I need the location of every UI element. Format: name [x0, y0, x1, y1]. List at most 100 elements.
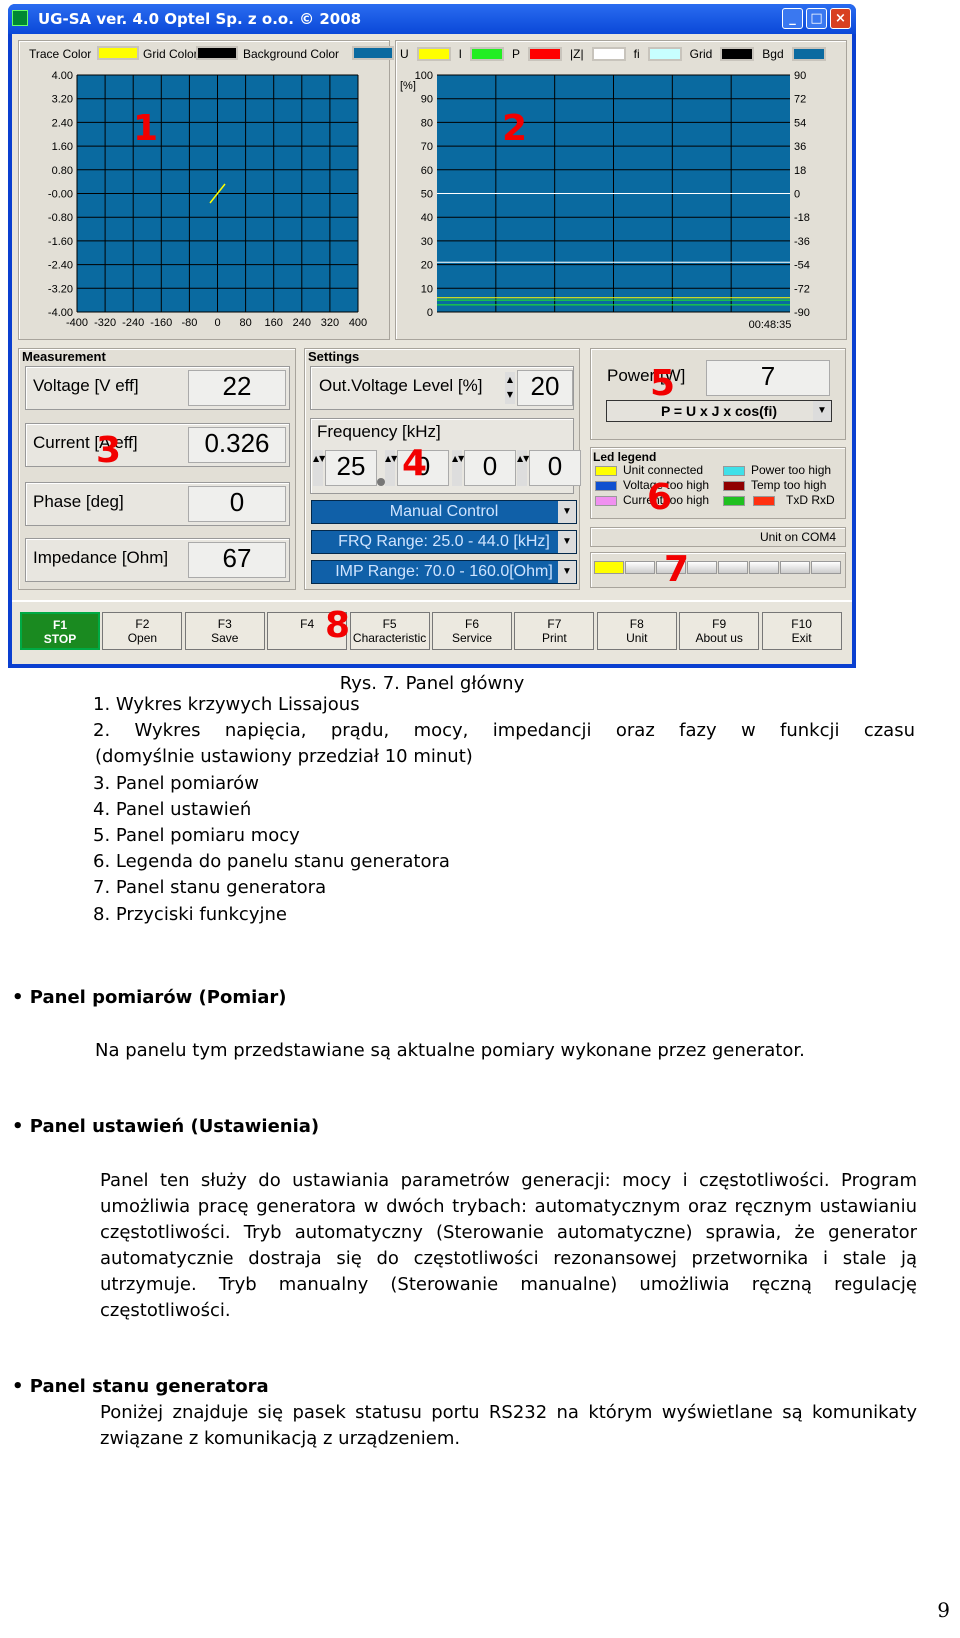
x-tick-label: -240 — [122, 317, 144, 329]
frequency-spinner[interactable]: ▲▼ — [517, 450, 529, 486]
frequency-digit[interactable]: 25 — [325, 450, 377, 486]
trace-color-swatch[interactable] — [97, 46, 139, 60]
annotation-number: 5 — [650, 363, 676, 404]
measurement-label: Voltage [V eff] — [33, 376, 139, 395]
fkey-label: Open — [127, 631, 158, 645]
legend-label: I — [458, 47, 463, 61]
status-led — [718, 561, 748, 574]
frequency-spinner[interactable]: ▲▼ — [313, 450, 325, 486]
annotation-number: 7 — [664, 549, 690, 590]
led-swatch — [753, 496, 775, 506]
settings-title: Settings — [308, 349, 360, 364]
annotation-number: 4 — [402, 443, 428, 484]
list-item: 4. Panel ustawień — [93, 798, 252, 820]
status-led — [687, 561, 717, 574]
frequency-spinner[interactable]: ▲▼ — [452, 450, 464, 486]
close-button[interactable]: × — [830, 8, 851, 29]
measurement-label: Impedance [Ohm] — [33, 548, 169, 567]
mode-value: Manual Control — [389, 503, 499, 520]
frequency-digit[interactable]: 0 — [529, 450, 581, 486]
led-legend-label: TxD RxD — [786, 493, 835, 507]
right-tick-label: 90 — [794, 70, 806, 82]
mode-dropdown[interactable]: Manual Control ▼ — [311, 500, 577, 524]
measurement-label: Phase [deg] — [33, 492, 124, 511]
x-tick-label: 160 — [265, 317, 283, 329]
y-tick-label: -0.80 — [48, 212, 73, 224]
annotation-number: 6 — [647, 477, 673, 518]
power-value: 7 — [706, 360, 830, 396]
legend-swatch[interactable] — [591, 47, 626, 61]
fkey-f10-button[interactable]: F10 Exit — [761, 612, 842, 650]
fkey-f1-button[interactable]: F1 STOP — [20, 612, 100, 650]
heading-text: Panel ustawień (Ustawienia) — [29, 1116, 320, 1137]
paragraph: Poniżej znajduje się pasek statusu portu… — [100, 1402, 917, 1449]
legend-swatch[interactable] — [470, 47, 505, 61]
frequency-digit[interactable]: 0 — [464, 450, 516, 486]
fkey-label: Service — [451, 631, 492, 645]
out-voltage-value[interactable]: 20 — [517, 370, 573, 406]
out-voltage-spinner[interactable]: ▲ ▼ — [505, 372, 515, 404]
left-tick-label: 90 — [421, 94, 433, 106]
right-tick-label: 18 — [794, 165, 806, 177]
legend-swatch[interactable] — [791, 47, 826, 61]
legend-swatch[interactable] — [720, 47, 755, 61]
led-swatch — [723, 496, 745, 506]
x-tick-label: 240 — [293, 317, 311, 329]
fkey-code: F10 — [791, 617, 812, 631]
annotation-number: 8 — [325, 605, 351, 646]
legend-swatch[interactable] — [647, 47, 682, 61]
section-heading: • Panel stanu generatora — [12, 1376, 269, 1397]
led-swatch — [595, 481, 617, 491]
legend-label: fi — [633, 47, 640, 61]
window-title: UG-SA ver. 4.0 Optel Sp. z o.o. © 2008 — [8, 4, 856, 34]
minimize-button[interactable]: _ — [782, 8, 803, 29]
section-heading: • Panel pomiarów (Pomiar) — [12, 987, 287, 1008]
led-legend-label: Power too high — [751, 463, 832, 477]
legend-swatch[interactable] — [416, 47, 451, 61]
port-status-text: Unit on COM4 — [759, 530, 836, 544]
frequency-spinner[interactable]: ▲▼ — [385, 450, 397, 486]
fkey-f7-button[interactable]: F7 Print — [514, 612, 595, 650]
y-tick-label: -0.00 — [48, 189, 73, 201]
right-tick-label: -90 — [794, 307, 810, 319]
legend-label: Bgd — [762, 47, 784, 61]
fkey-code: F6 — [464, 617, 479, 631]
y-tick-label: -2.40 — [48, 260, 73, 272]
fkey-code: F7 — [547, 617, 562, 631]
fkey-code: F3 — [217, 617, 232, 631]
legend-swatch[interactable] — [528, 47, 563, 61]
fkey-f2-button[interactable]: F2 Open — [102, 612, 183, 650]
list-item: 1. Wykres krzywych Lissajous — [93, 694, 360, 715]
grid-color-label: Grid Color — [143, 47, 198, 61]
right-tick-label: 54 — [794, 117, 806, 129]
fkey-f5-button[interactable]: F5 Characteristic — [349, 612, 430, 650]
measurement-value: 22 — [188, 370, 286, 406]
fkey-f6-button[interactable]: F6 Service — [432, 612, 512, 650]
y-tick-label: 0.80 — [52, 165, 73, 177]
frq-range-dropdown[interactable]: FRQ Range: 25.0 - 44.0 [kHz] ▼ — [311, 530, 577, 554]
left-tick-label: 30 — [421, 236, 433, 248]
left-tick-label: 40 — [421, 212, 433, 224]
fkey-f8-button[interactable]: F8 Unit — [596, 612, 677, 650]
maximize-button[interactable]: □ — [806, 8, 827, 29]
background-color-swatch[interactable] — [352, 46, 394, 60]
x-tick-label: 0 — [214, 317, 220, 329]
chevron-down-icon: ▼ — [558, 531, 576, 553]
left-tick-label: 70 — [421, 141, 433, 153]
list-item: 8. Przyciski funkcyjne — [93, 903, 287, 925]
fkey-label: STOP — [43, 632, 77, 646]
paragraph: Na panelu tym przedstawiane są aktualne … — [95, 1040, 805, 1061]
time-label: 00:48:35 — [749, 319, 792, 331]
power-formula-dropdown[interactable]: P = U x J x cos(fi) ▼ — [606, 400, 832, 422]
y-tick-label: 4.00 — [52, 70, 73, 82]
led-legend-title: Led legend — [593, 450, 657, 464]
grid-color-swatch[interactable] — [196, 46, 238, 60]
left-tick-label: 50 — [421, 189, 433, 201]
fkey-f3-button[interactable]: F3 Save — [184, 612, 265, 650]
left-tick-label: 10 — [421, 283, 433, 295]
legend-label: U — [400, 47, 409, 61]
y-tick-label: 2.40 — [52, 117, 73, 129]
imp-range-dropdown[interactable]: IMP Range: 70.0 - 160.0[Ohm] ▼ — [311, 560, 577, 584]
fkey-f9-button[interactable]: F9 About us — [679, 612, 760, 650]
list-item: (domyślnie ustawiony przedział 10 minut) — [95, 746, 473, 768]
